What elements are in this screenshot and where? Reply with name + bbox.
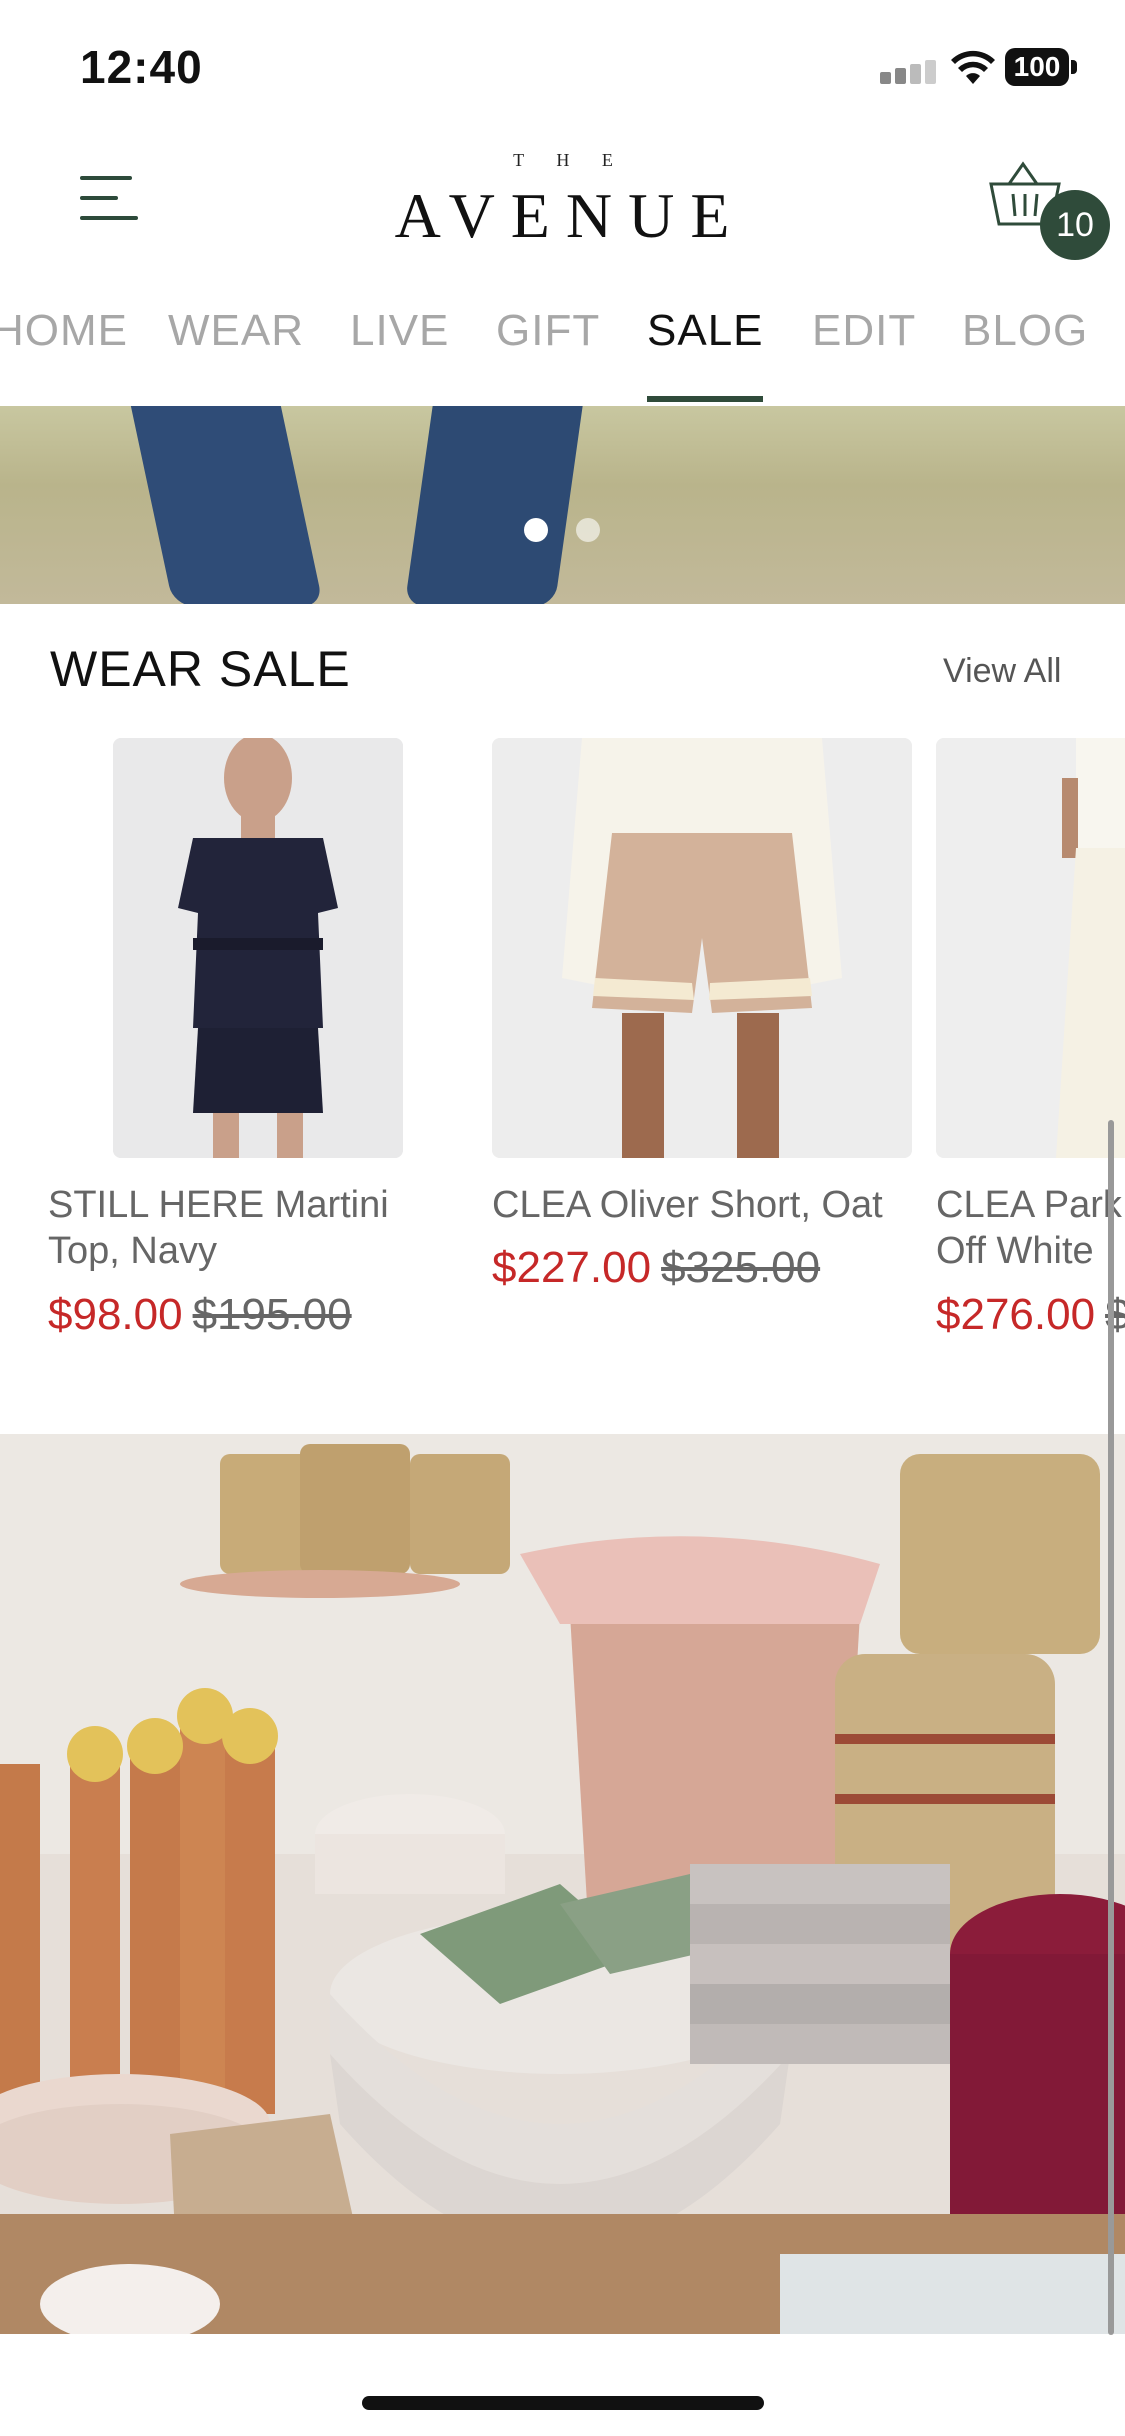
cart-count-badge[interactable]: 10 (1040, 190, 1110, 260)
product-photo-oat-short (492, 738, 912, 1158)
carousel-dot[interactable] (576, 518, 600, 542)
tab-sale[interactable]: SALE (647, 306, 764, 356)
tab-home[interactable]: HOME (0, 306, 128, 356)
product-name-line: Top, Navy (48, 1230, 217, 1272)
hero-image-leg (404, 406, 586, 604)
tab-edit[interactable]: EDIT (812, 306, 916, 356)
product-photo-white-pants (936, 738, 1125, 1158)
active-tab-indicator (647, 396, 763, 402)
status-time: 12:40 (80, 41, 203, 93)
product-price: $276.00 $ (936, 1290, 1125, 1340)
brand-logo[interactable]: T H E AVENUE (380, 150, 760, 253)
logo-small-text: T H E (513, 150, 627, 170)
battery-level: 100 (1013, 51, 1061, 82)
tab-blog[interactable]: BLOG (962, 306, 1088, 356)
product-image[interactable] (936, 738, 1125, 1158)
product-image[interactable] (492, 738, 912, 1158)
home-indicator[interactable] (362, 2396, 764, 2410)
product-price: $227.00 $325.00 (492, 1243, 820, 1293)
product-name[interactable]: CLEA Park Off White (936, 1182, 1125, 1274)
view-all-link[interactable]: View All (943, 652, 1061, 691)
product-photo-navy-top (113, 738, 403, 1158)
sale-price: $98.00 (48, 1290, 183, 1339)
sale-price: $276.00 (936, 1290, 1096, 1339)
original-price: $325.00 (661, 1243, 821, 1292)
product-image[interactable] (113, 738, 403, 1158)
carousel-dot-active[interactable] (524, 518, 548, 542)
vertical-scrollbar[interactable] (1108, 1120, 1114, 2335)
home-goods-photo (0, 1434, 1125, 2334)
product-name[interactable]: STILL HERE Martini Top, Navy (48, 1182, 448, 1274)
status-bar: 12:40 100 (0, 0, 1125, 130)
product-price: $98.00 $195.00 (48, 1290, 352, 1340)
product-name-line: STILL HERE Martini (48, 1184, 389, 1226)
menu-icon[interactable] (80, 170, 140, 226)
logo-main-text: AVENUE (394, 180, 746, 251)
battery-icon: 100 (1005, 48, 1077, 88)
section-title: WEAR SALE (50, 641, 351, 697)
tab-live[interactable]: LIVE (350, 306, 449, 356)
original-price: $195.00 (192, 1290, 352, 1339)
hero-banner[interactable] (0, 406, 1125, 604)
tab-gift[interactable]: GIFT (496, 306, 600, 356)
tab-wear[interactable]: WEAR (168, 306, 304, 356)
sale-price: $227.00 (492, 1243, 652, 1292)
product-name-line: CLEA Oliver Short, Oat (492, 1184, 883, 1226)
product-name-line: CLEA Park (936, 1184, 1122, 1226)
home-goods-banner[interactable] (0, 1434, 1125, 2334)
category-tabs: HOME WEAR LIVE GIFT SALE EDIT BLOG (0, 300, 1125, 406)
cellular-signal-icon (880, 58, 936, 84)
product-name[interactable]: CLEA Oliver Short, Oat (492, 1182, 922, 1228)
product-name-line: Off White (936, 1230, 1094, 1272)
wifi-icon (951, 50, 995, 84)
hero-image-leg (126, 406, 324, 604)
